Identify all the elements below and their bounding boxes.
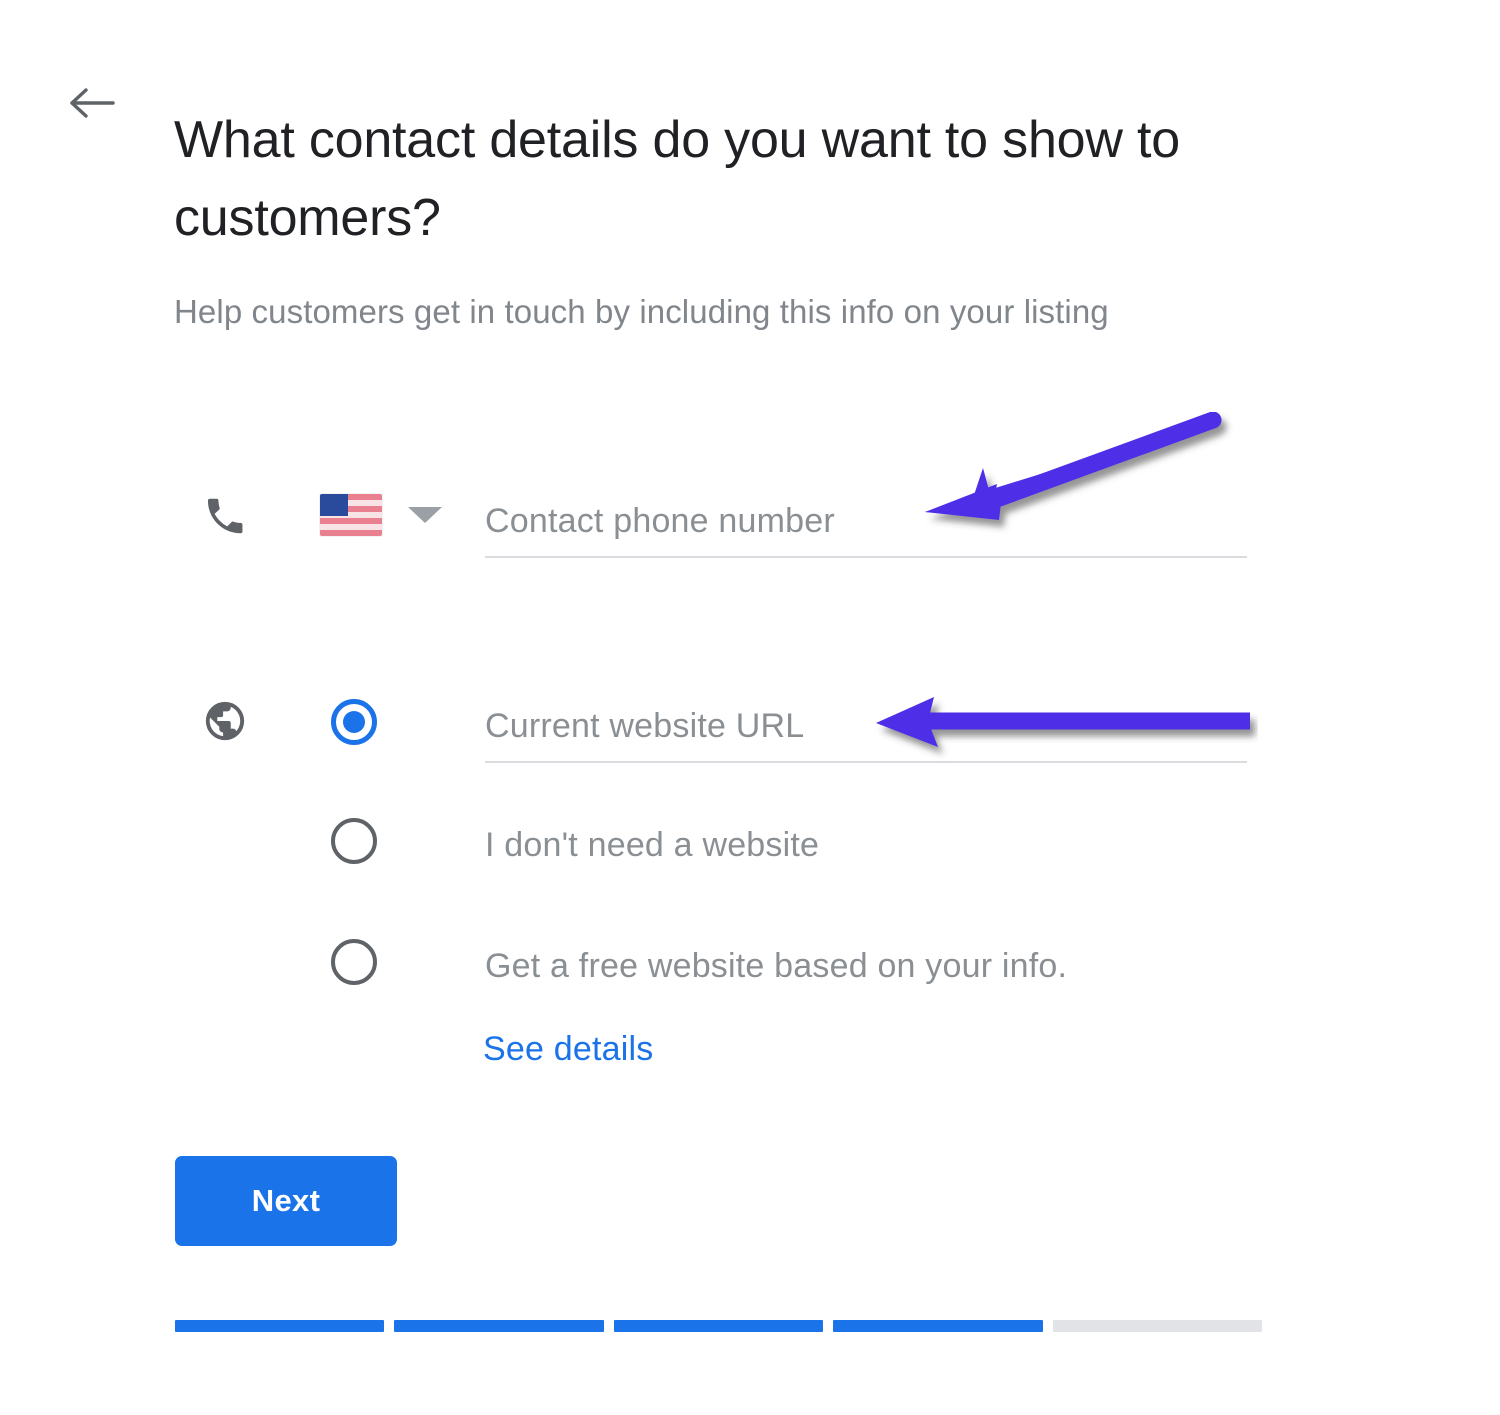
see-details-link[interactable]: See details bbox=[483, 1023, 653, 1075]
option-no-website[interactable]: I don't need a website bbox=[0, 818, 1500, 878]
us-flag-icon bbox=[320, 494, 382, 536]
back-button[interactable] bbox=[60, 72, 122, 134]
progress-segment bbox=[613, 1320, 824, 1332]
chevron-down-icon bbox=[408, 507, 442, 523]
website-url-input[interactable]: Current website URL bbox=[485, 685, 1247, 763]
option-free-website[interactable]: Get a free website based on your info. bbox=[0, 939, 1500, 999]
progress-segment bbox=[175, 1320, 385, 1332]
phone-row: Contact phone number bbox=[0, 480, 1500, 570]
page-subtitle: Help customers get in touch by including… bbox=[174, 293, 1109, 330]
website-row: Current website URL bbox=[0, 685, 1500, 765]
radio-current-website-url[interactable] bbox=[331, 699, 377, 745]
website-url-input-placeholder: Current website URL bbox=[485, 707, 805, 745]
next-button[interactable]: Next bbox=[175, 1156, 397, 1246]
radio-no-website[interactable] bbox=[331, 818, 377, 864]
phone-input[interactable]: Contact phone number bbox=[485, 480, 1247, 558]
page-title: What contact details do you want to show… bbox=[174, 110, 1180, 247]
option-no-website-label: I don't need a website bbox=[485, 826, 820, 864]
contact-details-screen: What contact details do you want to show… bbox=[0, 0, 1500, 1415]
option-free-website-label: Get a free website based on your info. bbox=[485, 947, 1068, 985]
progress-indicator bbox=[175, 1320, 1263, 1332]
phone-icon bbox=[197, 488, 253, 544]
phone-input-placeholder: Contact phone number bbox=[485, 502, 835, 540]
progress-segment bbox=[833, 1320, 1043, 1332]
progress-segment bbox=[1052, 1320, 1263, 1332]
radio-free-website[interactable] bbox=[331, 939, 377, 985]
arrow-left-icon bbox=[65, 83, 117, 123]
progress-segment bbox=[394, 1320, 604, 1332]
globe-icon bbox=[197, 693, 253, 749]
country-code-select[interactable] bbox=[320, 494, 442, 536]
